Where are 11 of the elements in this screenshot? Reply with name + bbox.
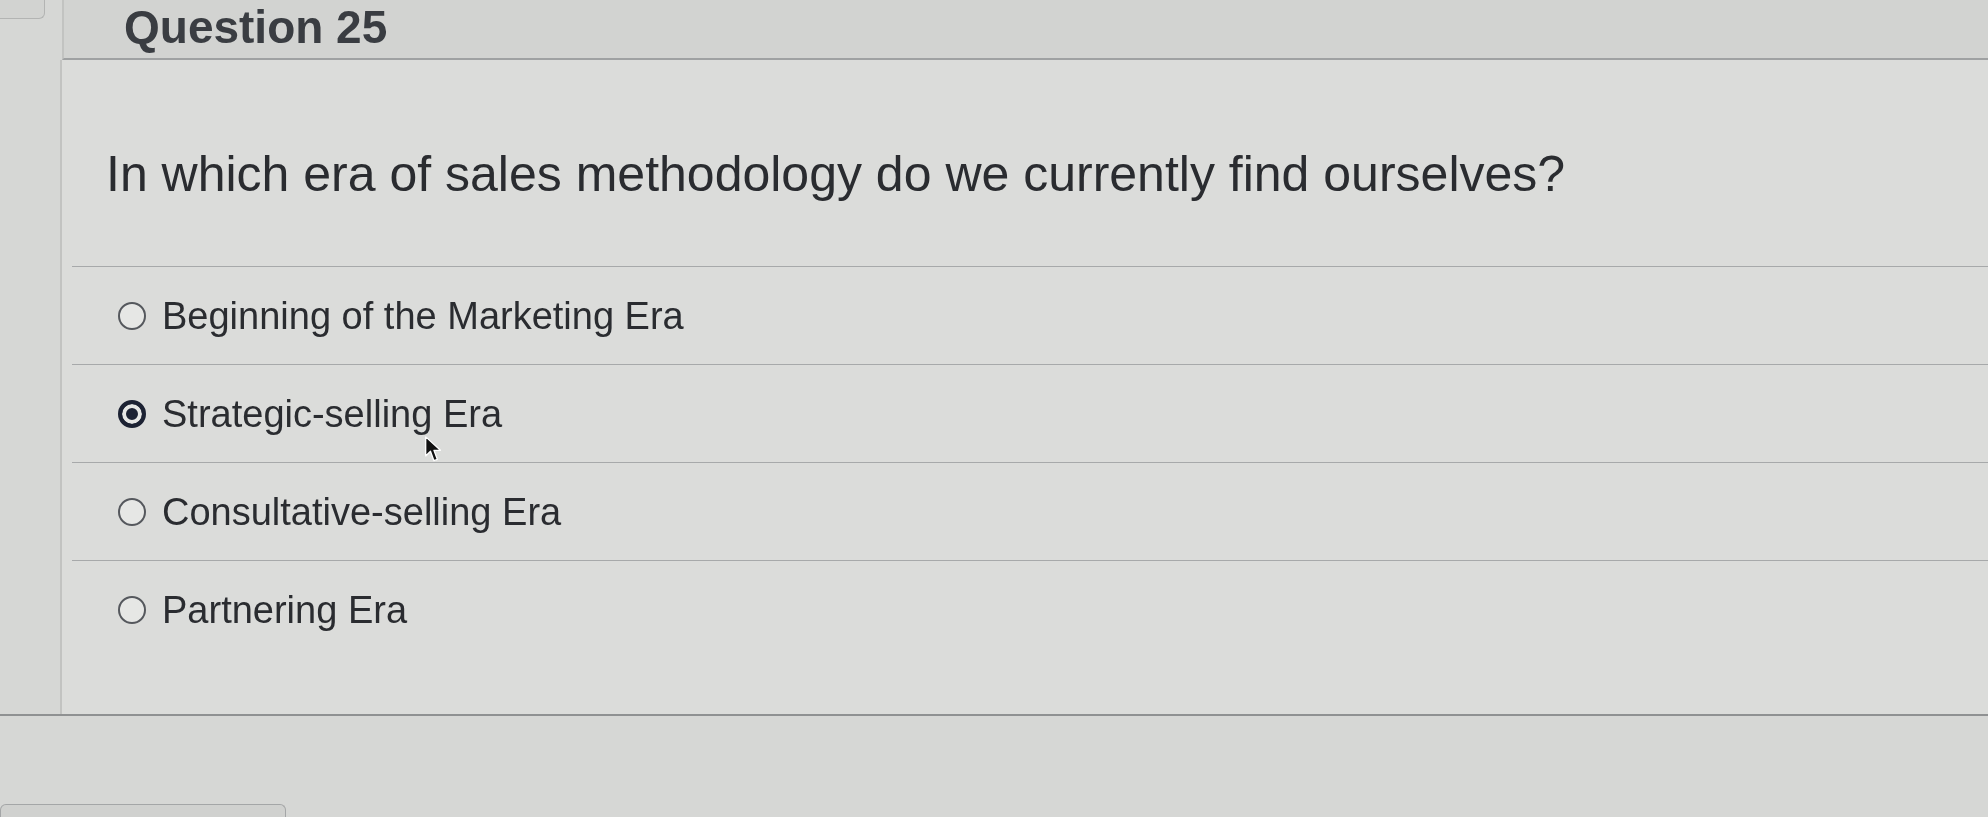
option-label[interactable]: Consultative-selling Era [162,491,562,532]
option-label[interactable]: Beginning of the Marketing Era [162,295,684,336]
mouse-pointer-icon [424,436,443,462]
option-label[interactable]: Strategic-selling Era [162,393,503,434]
radio-button[interactable] [118,301,146,330]
question-text: In which era of sales methodology do we currently find ourselves? [105,145,1567,204]
question-number: Question 25 [124,0,388,54]
radio-button[interactable] [118,399,146,428]
radio-button[interactable] [118,596,146,624]
radio-button[interactable] [118,497,146,526]
option-label[interactable]: Partnering Era [162,590,407,630]
